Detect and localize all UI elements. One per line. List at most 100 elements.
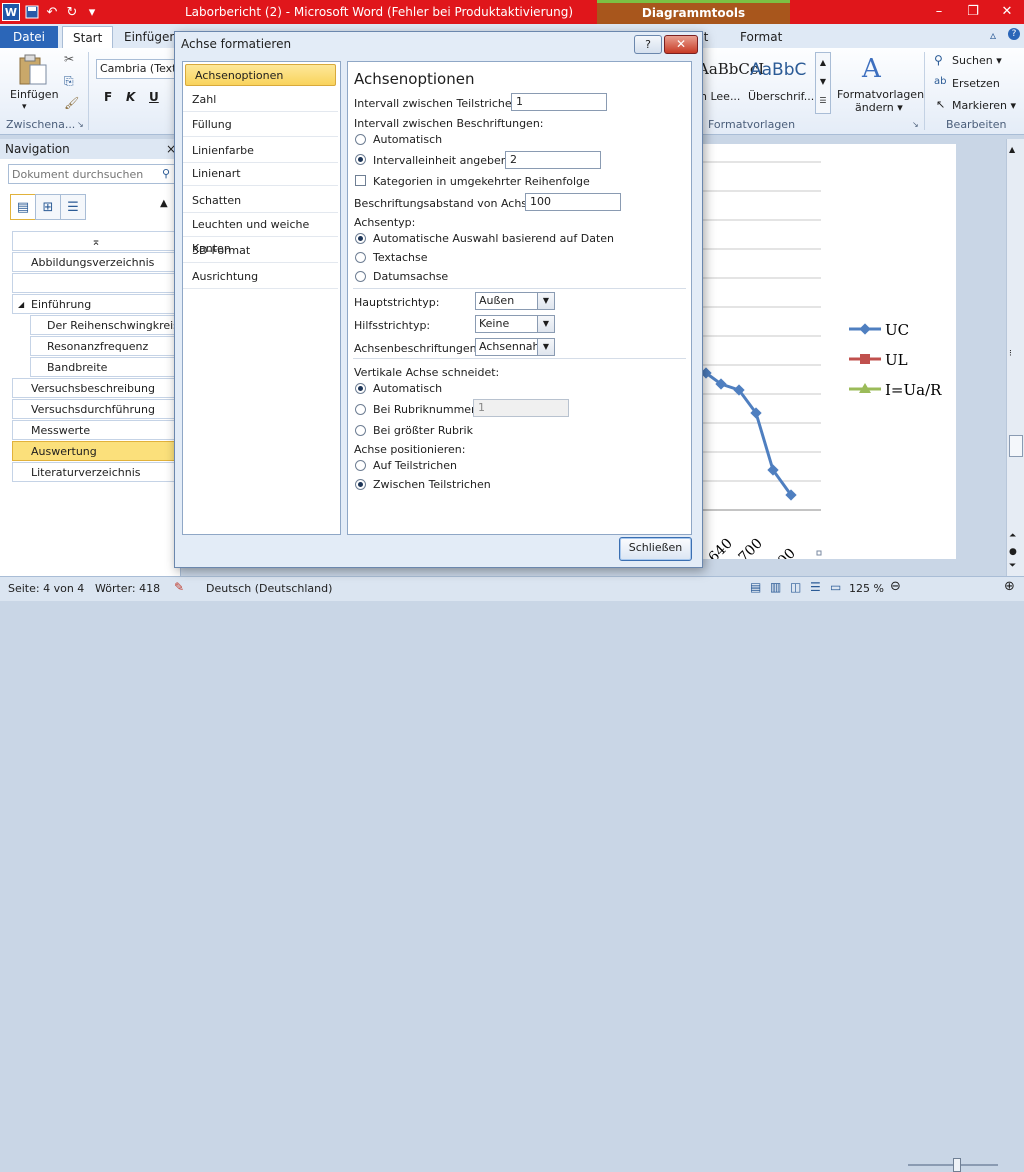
nav-item-selected[interactable]: Auswertung [12, 441, 180, 461]
bold-button[interactable]: F [104, 90, 112, 104]
nav-item[interactable]: Versuchsdurchführung [12, 399, 180, 419]
search-icon[interactable]: ⚲ [162, 167, 170, 180]
zoom-out-icon[interactable]: ⊖ [890, 579, 901, 594]
document-search-input[interactable] [8, 164, 176, 184]
select-icon[interactable]: ↖ [936, 98, 945, 111]
category-3d-format[interactable]: 3D-Format [183, 239, 338, 263]
copy-icon[interactable]: ⎘ [64, 74, 74, 89]
find-icon[interactable]: ⚲ [934, 53, 943, 67]
expand-triangle-icon[interactable]: ◢ [18, 295, 24, 313]
cut-icon[interactable]: ✂ [64, 52, 74, 66]
browse-pages-icon[interactable]: ⊞ [35, 194, 61, 220]
web-layout-icon[interactable]: ◫ [790, 580, 801, 594]
zoom-level[interactable]: 125 % [849, 582, 884, 595]
nav-previous-icon[interactable]: ▲ [160, 198, 168, 209]
dropdown-arrow-icon[interactable]: ▼ [537, 293, 554, 309]
scroll-thumb[interactable] [1009, 435, 1023, 457]
change-styles-icon[interactable]: A [862, 54, 881, 84]
dialog-help-button[interactable]: ? [634, 35, 662, 54]
customize-qat-icon[interactable]: ▾ [84, 4, 100, 20]
browse-headings-icon[interactable]: ▤ [10, 194, 36, 220]
nav-item[interactable]: Abbildungsverzeichnis [12, 252, 180, 272]
tab-start[interactable]: Start [62, 26, 114, 49]
major-tick-select[interactable]: Außen ▼ [475, 292, 555, 310]
position-between-ticks-radio[interactable] [355, 479, 366, 490]
replace-icon[interactable]: ab [934, 76, 946, 87]
browse-results-icon[interactable]: ☰ [60, 194, 86, 220]
full-screen-icon[interactable]: ▥ [770, 580, 781, 594]
draft-icon[interactable]: ▭ [830, 580, 841, 594]
nav-item[interactable]: Bandbreite [30, 357, 180, 377]
styles-launcher-icon[interactable]: ↘ [912, 120, 919, 129]
print-layout-icon[interactable]: ▤ [750, 580, 761, 594]
minor-tick-select[interactable]: Keine ▼ [475, 315, 555, 333]
prev-page-icon[interactable]: ⏶ [1009, 531, 1016, 541]
minimize-button[interactable]: – [922, 0, 956, 22]
undo-icon[interactable]: ↶ [44, 4, 60, 20]
tab-format[interactable]: Format [730, 26, 792, 48]
replace-button[interactable]: Ersetzen [952, 77, 1000, 90]
category-line-style[interactable]: Linienart [183, 162, 338, 186]
dropdown-arrow-icon[interactable]: ▼ [537, 339, 554, 355]
dropdown-arrow-icon[interactable]: ▼ [537, 316, 554, 332]
category-shadow[interactable]: Schatten [183, 189, 338, 213]
paste-icon[interactable] [16, 54, 50, 86]
axis-type-auto-radio[interactable] [355, 233, 366, 244]
vcross-auto-radio[interactable] [355, 383, 366, 394]
redo-icon[interactable]: ↻ [64, 4, 80, 20]
vertical-scrollbar[interactable]: ▲ ⁝ ⏶ ● ⏷ [1006, 139, 1024, 576]
category-alignment[interactable]: Ausrichtung [183, 265, 338, 289]
reverse-order-checkbox[interactable] [355, 175, 366, 186]
category-number[interactable]: Zahl [183, 88, 338, 112]
collapse-all-icon[interactable]: ⌅ [12, 231, 180, 251]
nav-item[interactable]: Der Reihenschwingkreis [30, 315, 180, 335]
axis-type-date-radio[interactable] [355, 271, 366, 282]
interval-unit-radio[interactable] [355, 154, 366, 165]
category-fill[interactable]: Füllung [183, 113, 338, 137]
category-line-color[interactable]: Linienfarbe [183, 139, 338, 163]
nav-item[interactable]: Literaturverzeichnis [12, 462, 180, 482]
select-button[interactable]: Markieren ▾ [952, 99, 1016, 112]
close-button[interactable]: ✕ [990, 0, 1024, 22]
paste-dropdown-icon[interactable]: ▾ [22, 102, 27, 112]
vcross-category-input[interactable]: 1 [473, 399, 569, 417]
underline-button[interactable]: U [149, 90, 159, 104]
tick-interval-input[interactable]: 1 [511, 93, 607, 111]
scroll-up-icon[interactable]: ▲ [1009, 145, 1015, 154]
label-interval-auto-radio[interactable] [355, 134, 366, 145]
help-icon[interactable]: ? [1008, 28, 1020, 40]
dialog-close-button[interactable]: ✕ [664, 35, 698, 54]
save-icon[interactable] [24, 4, 40, 20]
axis-type-text-radio[interactable] [355, 252, 366, 263]
ribbon-minimize-icon[interactable]: ▵ [990, 28, 996, 42]
vcross-category-radio[interactable] [355, 404, 366, 415]
zoom-slider-thumb[interactable] [952, 1158, 961, 1172]
clipboard-launcher-icon[interactable]: ↘ [77, 120, 84, 129]
find-button[interactable]: Suchen ▾ [952, 54, 1002, 67]
word-count[interactable]: Wörter: 418 [95, 582, 160, 595]
nav-item[interactable]: Messwerte [12, 420, 180, 440]
italic-button[interactable]: K [126, 90, 135, 104]
outline-icon[interactable]: ☰ [810, 580, 821, 594]
page-indicator[interactable]: Seite: 4 von 4 [8, 582, 84, 595]
category-axis-options[interactable]: Achsenoptionen [185, 64, 336, 86]
change-styles-button[interactable]: Formatvorlagen [837, 88, 924, 101]
word-app-icon[interactable]: W [2, 3, 20, 21]
change-styles-button-line2[interactable]: ändern ▾ [855, 101, 903, 114]
format-painter-icon[interactable]: 🖌 [64, 96, 79, 110]
style-preview-heading[interactable]: AaBbC [750, 60, 806, 80]
nav-item[interactable]: Versuchsbeschreibung [12, 378, 180, 398]
maximize-button[interactable]: ❐ [956, 0, 990, 22]
styles-scroll[interactable]: ▲ ▼ ☰ [815, 52, 831, 114]
zoom-in-icon[interactable]: ⊕ [1004, 579, 1015, 594]
font-name-box[interactable]: Cambria (Text [96, 59, 176, 79]
position-on-ticks-radio[interactable] [355, 460, 366, 471]
paste-button[interactable]: Einfügen [10, 88, 59, 101]
language-indicator[interactable]: Deutsch (Deutschland) [206, 582, 332, 595]
next-page-icon[interactable]: ⏷ [1009, 561, 1016, 571]
dialog-close-action-button[interactable]: Schließen [619, 537, 692, 561]
nav-item[interactable]: ◢ Einführung [12, 294, 180, 314]
browse-object-icon[interactable]: ● [1009, 547, 1017, 557]
axis-labels-select[interactable]: Achsennah ▼ [475, 338, 555, 356]
label-distance-input[interactable]: 100 [525, 193, 621, 211]
